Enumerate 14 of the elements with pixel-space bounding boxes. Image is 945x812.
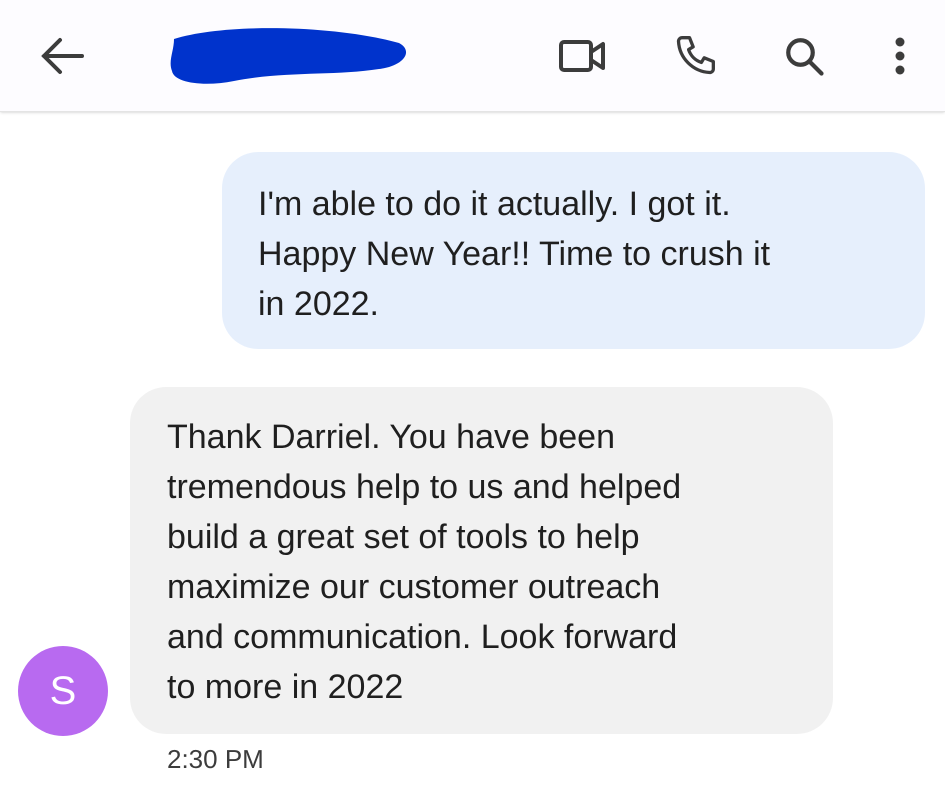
- message-line: tremendous help to us and helped: [167, 467, 682, 508]
- message-line: in 2022.: [258, 284, 380, 325]
- video-camera-icon[interactable]: [559, 38, 607, 72]
- message-line: build a great set of tools to help: [167, 517, 641, 558]
- message-line: I'm able to do it actually. I got it.: [258, 184, 732, 225]
- more-options-icon[interactable]: [895, 36, 905, 74]
- message-time: 2:30 PM: [167, 743, 264, 776]
- back-arrow-icon[interactable]: [40, 36, 84, 76]
- message-line: maximize our customer outreach: [167, 567, 662, 608]
- message-line: Happy New Year!! Time to crush it: [258, 234, 772, 275]
- message-line: Thank Darriel. You have been: [167, 417, 616, 458]
- message-line: to more in 2022: [167, 667, 404, 708]
- message-line: and communication. Look forward: [167, 617, 678, 658]
- avatar: S: [18, 646, 108, 736]
